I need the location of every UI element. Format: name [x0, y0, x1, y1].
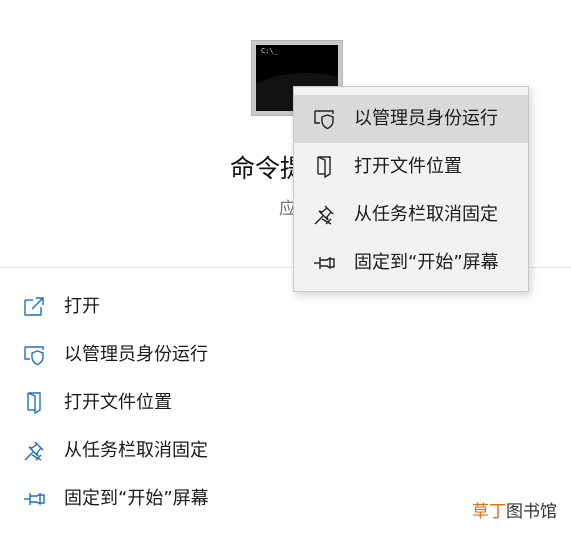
watermark-accent-text: 草丁: [472, 502, 506, 522]
menu-item-label: 固定到“开始”屏幕: [354, 252, 499, 273]
menu-item-run-as-admin[interactable]: 以管理员身份运行: [294, 95, 528, 143]
menu-item-pin-start[interactable]: 固定到“开始”屏幕: [294, 239, 528, 287]
menu-item-open-file-location[interactable]: 打开文件位置: [294, 143, 528, 191]
menu-item-unpin-taskbar[interactable]: 从任务栏取消固定: [294, 191, 528, 239]
action-unpin-taskbar[interactable]: 从任务栏取消固定: [0, 428, 571, 474]
shield-window-icon: [311, 106, 337, 132]
unpin-icon: [21, 438, 47, 464]
pin-icon: [21, 486, 47, 512]
pin-icon: [311, 250, 337, 276]
action-label: 打开文件位置: [64, 392, 172, 413]
watermark: 草丁图书馆: [472, 500, 557, 524]
action-label: 打开: [64, 296, 100, 317]
menu-item-label: 从任务栏取消固定: [354, 204, 498, 225]
menu-item-label: 打开文件位置: [354, 156, 462, 177]
watermark-text: 图书馆: [506, 502, 557, 522]
shield-window-icon: [21, 342, 47, 368]
menu-item-label: 以管理员身份运行: [354, 108, 498, 129]
action-run-as-admin[interactable]: 以管理员身份运行: [0, 332, 571, 378]
context-menu: 以管理员身份运行 打开文件位置 从任务栏取消固定 固定到“开始”屏幕: [293, 86, 529, 292]
action-open-file-location[interactable]: 打开文件位置: [0, 380, 571, 426]
action-label: 从任务栏取消固定: [64, 440, 208, 461]
open-external-icon: [21, 294, 47, 320]
console-prompt-text: C:\_: [261, 47, 278, 55]
folder-location-icon: [21, 390, 47, 416]
action-label: 以管理员身份运行: [64, 344, 208, 365]
folder-location-icon: [311, 154, 337, 180]
unpin-icon: [311, 202, 337, 228]
action-label: 固定到“开始”屏幕: [64, 488, 209, 509]
